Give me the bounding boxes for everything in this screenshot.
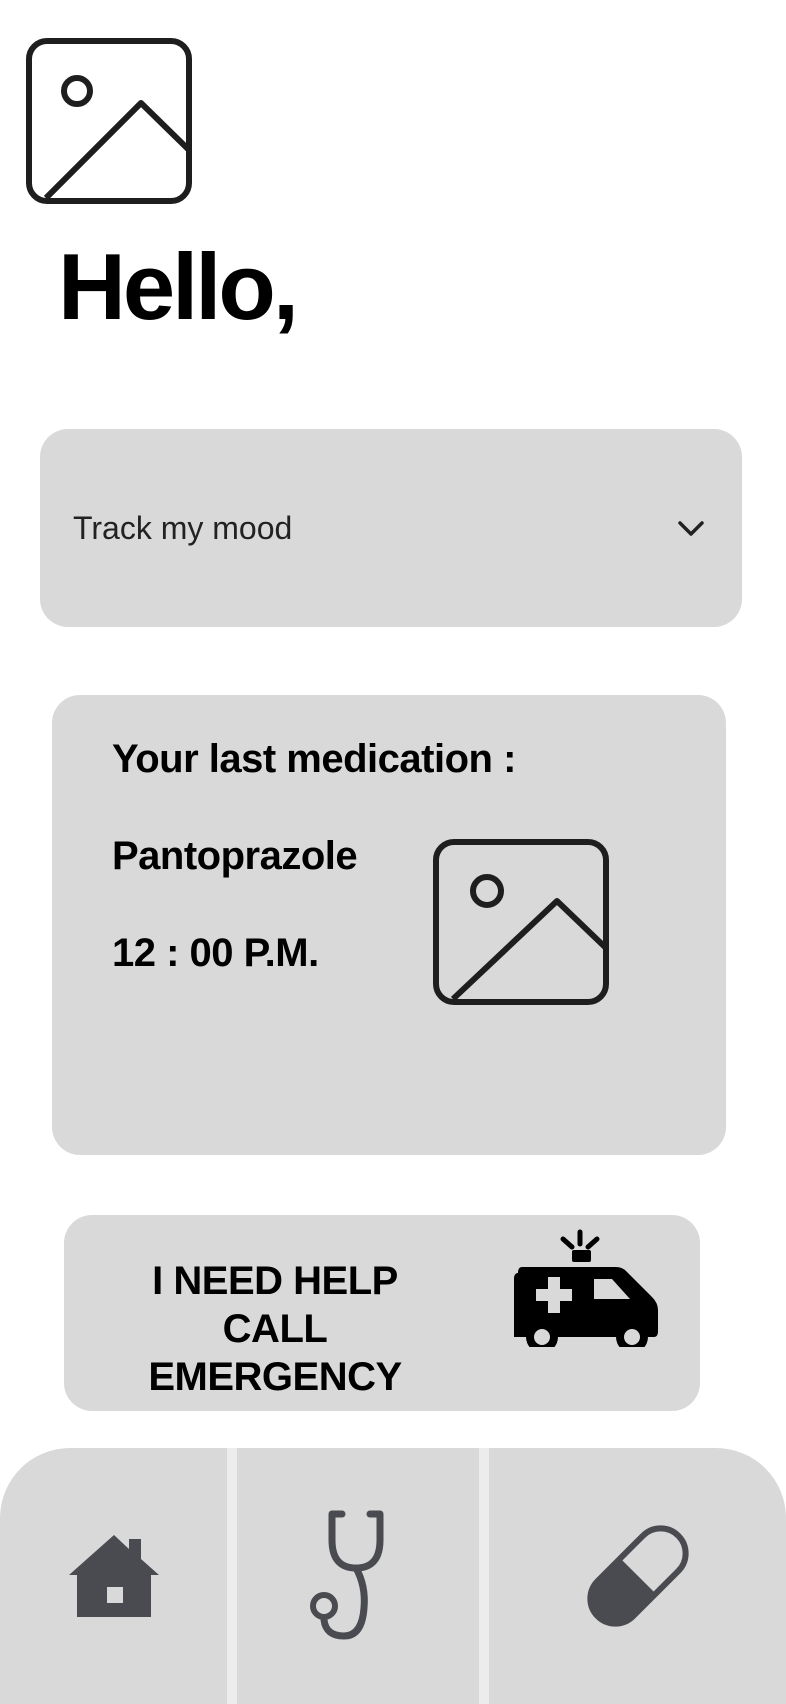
medication-time: 12 : 00 P.M.	[112, 931, 319, 975]
track-mood-label: Track my mood	[73, 509, 293, 546]
medication-image	[433, 839, 609, 1005]
nav-medication[interactable]	[489, 1448, 786, 1704]
emergency-label-line1: I NEED HELP	[152, 1259, 398, 1303]
home-icon	[68, 1535, 159, 1617]
emergency-label: I NEED HELP CALL EMERGENCY	[110, 1257, 440, 1401]
greeting-title: Hello,	[58, 234, 299, 339]
chevron-down-icon	[678, 521, 704, 536]
image-placeholder-icon	[26, 38, 192, 204]
nav-divider	[227, 1448, 237, 1704]
nav-home[interactable]	[0, 1448, 227, 1704]
ambulance-icon	[514, 1229, 658, 1347]
last-medication-card[interactable]: Your last medication : Pantoprazole 12 :…	[52, 695, 726, 1155]
avatar[interactable]	[26, 38, 192, 204]
track-mood-dropdown[interactable]: Track my mood	[40, 429, 742, 627]
medication-name: Pantoprazole	[112, 834, 358, 878]
last-medication-heading: Your last medication :	[112, 737, 516, 781]
stethoscope-icon	[310, 1510, 384, 1640]
emergency-call-button[interactable]: I NEED HELP CALL EMERGENCY	[64, 1215, 700, 1411]
nav-doctor[interactable]	[237, 1448, 479, 1704]
image-placeholder-icon	[433, 839, 609, 1005]
pill-icon	[586, 1525, 689, 1627]
emergency-label-line2: CALL EMERGENCY	[148, 1307, 402, 1399]
bottom-nav	[0, 1448, 786, 1704]
nav-divider	[479, 1448, 489, 1704]
